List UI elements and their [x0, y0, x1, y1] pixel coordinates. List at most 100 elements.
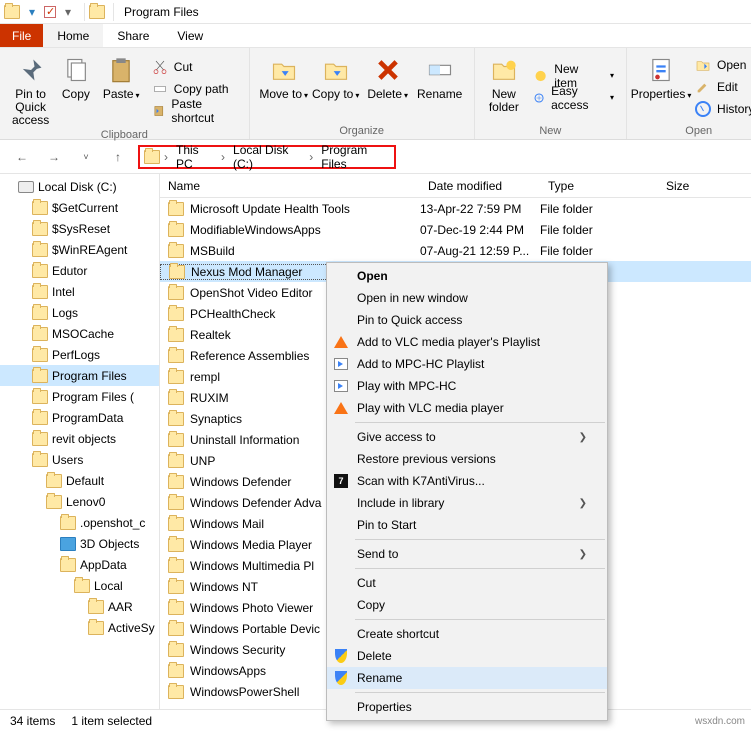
folder-icon — [32, 201, 48, 215]
col-name[interactable]: Name — [160, 179, 420, 193]
chevron-icon[interactable]: › — [219, 150, 227, 164]
chevron-icon[interactable]: › — [162, 150, 170, 164]
menu-vlc-play[interactable]: Play with VLC media player — [327, 397, 607, 419]
delete-button[interactable]: Delete▾ — [362, 50, 414, 123]
menu-mpc-play[interactable]: Play with MPC-HC — [327, 375, 607, 397]
properties-button[interactable]: Properties▾ — [635, 50, 687, 123]
tree-item[interactable]: Local — [0, 575, 159, 596]
menu-rename[interactable]: Rename — [327, 667, 607, 689]
folder-icon — [32, 222, 48, 236]
list-item[interactable]: ModifiableWindowsApps07-Dec-19 2:44 PMFi… — [160, 219, 751, 240]
recent-dropdown[interactable]: ˅ — [74, 145, 98, 169]
menu-restore[interactable]: Restore previous versions — [327, 448, 607, 470]
paste-shortcut-button[interactable]: Paste shortcut — [148, 100, 241, 122]
up-button[interactable]: ↑ — [106, 145, 130, 169]
context-menu: Open Open in new window Pin to Quick acc… — [326, 262, 608, 721]
chevron-icon[interactable]: › — [307, 150, 315, 164]
menu-copy[interactable]: Copy — [327, 594, 607, 616]
home-tab[interactable]: Home — [43, 24, 103, 47]
folder-icon — [168, 412, 184, 426]
qa-checkbox-icon[interactable]: ✓ — [44, 6, 56, 18]
menu-create-shortcut[interactable]: Create shortcut — [327, 623, 607, 645]
nav-tree[interactable]: Local Disk (C:) $GetCurrent$SysReset $Win… — [0, 174, 160, 709]
open-icon — [695, 57, 711, 73]
menu-open[interactable]: Open — [327, 265, 607, 287]
share-tab[interactable]: Share — [103, 24, 163, 47]
qa-save-icon[interactable]: ▾ — [24, 4, 40, 20]
menu-delete[interactable]: Delete — [327, 645, 607, 667]
column-headers[interactable]: Name Date modified Type Size — [160, 174, 751, 198]
cut-button[interactable]: Cut — [148, 56, 241, 78]
tree-item[interactable]: Default — [0, 470, 159, 491]
tree-item[interactable]: AAR — [0, 596, 159, 617]
tree-item[interactable]: AppData — [0, 554, 159, 575]
list-item[interactable]: MSBuild07-Aug-21 12:59 P...File folder — [160, 240, 751, 261]
tree-item[interactable]: Edutor — [0, 260, 159, 281]
folder-icon — [88, 600, 104, 614]
tree-item[interactable]: Local Disk (C:) — [0, 176, 159, 197]
qa-dropdown-icon[interactable]: ▾ — [60, 4, 76, 20]
easy-access-button[interactable]: Easy access▾ — [529, 87, 618, 109]
folder-icon — [144, 150, 160, 164]
tree-item[interactable]: 3D Objects — [0, 533, 159, 554]
tree-item[interactable]: revit objects — [0, 428, 159, 449]
col-date[interactable]: Date modified — [420, 179, 540, 193]
back-button[interactable]: ← — [10, 145, 34, 169]
paste-button[interactable]: Paste▾ — [99, 50, 144, 127]
menu-vlc-add[interactable]: Add to VLC media player's Playlist — [327, 331, 607, 353]
crumb-local-disk[interactable]: Local Disk (C:) — [229, 143, 305, 171]
edit-button[interactable]: Edit — [691, 76, 751, 98]
file-tab[interactable]: File — [0, 24, 43, 47]
copy-to-button[interactable]: Copy to▾ — [310, 50, 362, 123]
menu-pin-quick-access[interactable]: Pin to Quick access — [327, 309, 607, 331]
open-button[interactable]: Open▾ — [691, 54, 751, 76]
tree-item-label: revit objects — [52, 432, 116, 446]
organize-group-label: Organize — [258, 123, 466, 139]
crumb-program-files[interactable]: Program Files — [317, 143, 390, 171]
view-tab[interactable]: View — [163, 24, 217, 47]
col-type[interactable]: Type — [540, 179, 658, 193]
menu-open-new-window[interactable]: Open in new window — [327, 287, 607, 309]
menu-properties[interactable]: Properties — [327, 696, 607, 718]
folder-icon — [46, 495, 62, 509]
tree-item[interactable]: .openshot_c — [0, 512, 159, 533]
tree-item[interactable]: Lenov0 — [0, 491, 159, 512]
list-item[interactable]: Microsoft Update Health Tools13-Apr-22 7… — [160, 198, 751, 219]
tree-item[interactable]: $WinREAgent — [0, 239, 159, 260]
move-to-button[interactable]: Move to▾ — [258, 50, 310, 123]
tree-item[interactable]: Intel — [0, 281, 159, 302]
forward-button[interactable]: → — [42, 145, 66, 169]
breadcrumb[interactable]: › This PC › Local Disk (C:) › Program Fi… — [138, 145, 396, 169]
file-type: File folder — [540, 202, 658, 216]
tree-item[interactable]: Users — [0, 449, 159, 470]
tree-item[interactable]: Logs — [0, 302, 159, 323]
tree-item[interactable]: $SysReset — [0, 218, 159, 239]
tree-item[interactable]: ActiveSy — [0, 617, 159, 638]
crumb-this-pc[interactable]: This PC — [172, 143, 217, 171]
rename-button[interactable]: Rename — [414, 50, 466, 123]
tree-item[interactable]: MSOCache — [0, 323, 159, 344]
menu-mpc-add[interactable]: Add to MPC-HC Playlist — [327, 353, 607, 375]
pin-quick-access-button[interactable]: Pin to Quick access — [8, 50, 53, 127]
menu-pin-start[interactable]: Pin to Start — [327, 514, 607, 536]
tree-item-label: $WinREAgent — [52, 243, 127, 257]
menu-give-access[interactable]: Give access to❯ — [327, 426, 607, 448]
folder-icon — [89, 4, 105, 20]
menu-k7-scan[interactable]: 7Scan with K7AntiVirus... — [327, 470, 607, 492]
col-size[interactable]: Size — [658, 179, 718, 193]
tree-item[interactable]: Program Files ( — [0, 386, 159, 407]
tree-item-label: MSOCache — [52, 327, 114, 341]
open-group-label: Open — [635, 123, 751, 139]
tree-item[interactable]: PerfLogs — [0, 344, 159, 365]
tree-item[interactable]: Program Files — [0, 365, 159, 386]
tree-item[interactable]: ProgramData — [0, 407, 159, 428]
folder-icon — [60, 516, 76, 530]
menu-include-library[interactable]: Include in library❯ — [327, 492, 607, 514]
menu-cut[interactable]: Cut — [327, 572, 607, 594]
copy-button[interactable]: Copy — [53, 50, 98, 127]
new-folder-button[interactable]: New folder — [483, 50, 525, 123]
copy-path-icon — [152, 81, 168, 97]
history-button[interactable]: History — [691, 98, 751, 120]
tree-item[interactable]: $GetCurrent — [0, 197, 159, 218]
menu-send-to[interactable]: Send to❯ — [327, 543, 607, 565]
